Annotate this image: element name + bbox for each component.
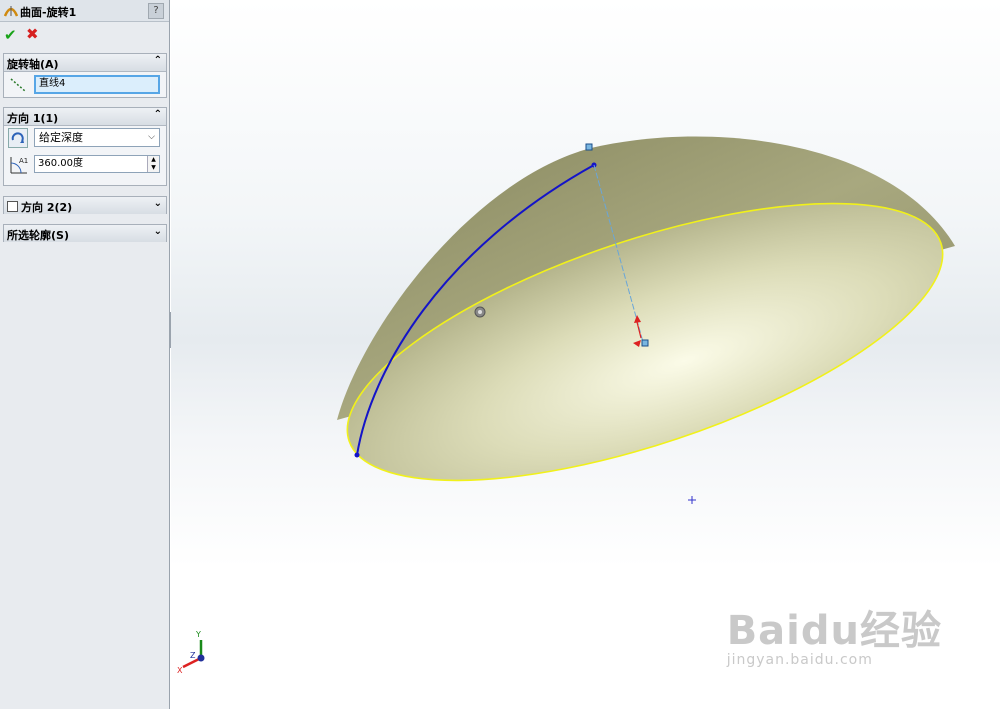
axis-handle[interactable] <box>585 143 593 151</box>
feature-title-bar: 曲面-旋转1 ? <box>0 0 169 22</box>
axis-selection-field[interactable]: 直线4 <box>34 75 160 94</box>
direction1-group-header[interactable]: 方向 1(1) ⌃ <box>4 108 166 126</box>
collapse-chevron-icon[interactable]: ⌃ <box>154 109 162 120</box>
svg-text:A1: A1 <box>19 157 28 165</box>
direction1-group: 方向 1(1) ⌃ 给定深度 ⌵ A1 360.00度 ▲ ▼ <box>3 107 167 186</box>
triad-z-label: Z <box>190 651 196 660</box>
axis-group: 旋转轴(A) ⌃ 直线4 <box>3 53 167 98</box>
direction2-group: 方向 2(2) ⌄ <box>3 196 167 214</box>
chevron-down-icon: ⌵ <box>148 132 155 142</box>
origin-marker-icon <box>688 496 696 504</box>
contours-group-header[interactable]: 所选轮廓(S) ⌄ <box>4 225 166 242</box>
triad-x-label: X <box>177 666 183 675</box>
coordinate-triad[interactable]: Y Z X <box>177 630 205 675</box>
graphics-viewport[interactable]: Y Z X Baidu经验 jingyan.baidu.com <box>171 0 1000 709</box>
angle-input[interactable]: 360.00度 ▲ ▼ <box>34 155 160 173</box>
end-condition-select[interactable]: 给定深度 ⌵ <box>34 128 160 147</box>
axis-line-icon <box>10 78 26 92</box>
angle-spinner[interactable]: ▲ ▼ <box>147 156 159 172</box>
expand-chevron-icon[interactable]: ⌄ <box>154 226 162 237</box>
feature-title: 曲面-旋转1 <box>20 6 77 19</box>
ok-check-icon[interactable]: ✔ <box>4 26 17 44</box>
property-manager: 曲面-旋转1 ? ✔ ✖ 旋转轴(A) ⌃ 直线4 方向 1(1) ⌃ 给定深度… <box>0 0 170 709</box>
axis-handle[interactable] <box>641 339 649 347</box>
collapse-chevron-icon[interactable]: ⌃ <box>154 55 162 66</box>
contours-group: 所选轮廓(S) ⌄ <box>3 224 167 242</box>
profile-endpoint[interactable] <box>354 452 360 458</box>
angle-icon: A1 <box>10 157 28 174</box>
watermark-logo: Baidu经验 jingyan.baidu.com <box>726 608 942 668</box>
revolve-surface-icon <box>4 6 18 17</box>
axis-group-header[interactable]: 旋转轴(A) ⌃ <box>4 54 166 72</box>
help-button[interactable]: ? <box>148 3 164 19</box>
triad-y-label: Y <box>195 630 201 639</box>
direction2-group-header[interactable]: 方向 2(2) ⌄ <box>4 197 166 214</box>
cancel-x-icon[interactable]: ✖ <box>26 25 39 43</box>
reverse-direction-icon[interactable] <box>8 128 28 148</box>
expand-chevron-icon[interactable]: ⌄ <box>154 198 162 209</box>
direction2-checkbox[interactable] <box>7 201 18 212</box>
